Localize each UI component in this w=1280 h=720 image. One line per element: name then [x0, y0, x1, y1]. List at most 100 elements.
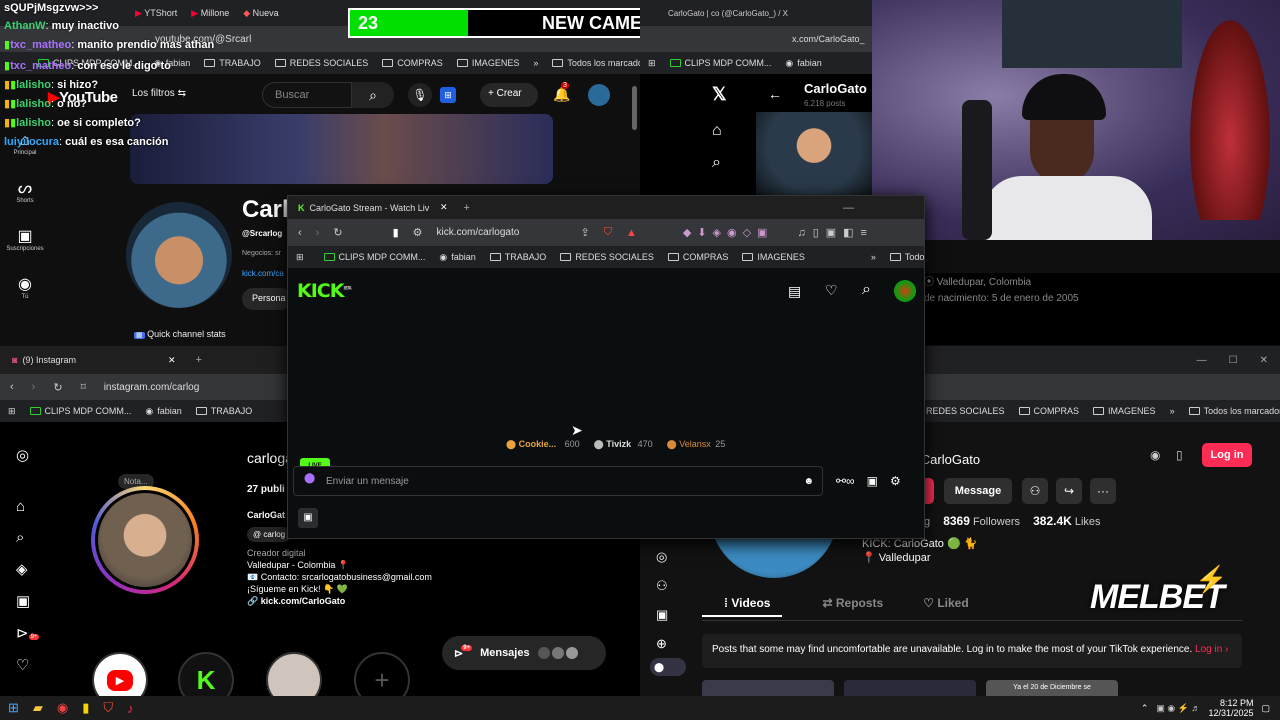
back-arrow-icon[interactable]: ←	[768, 86, 782, 102]
start-icon[interactable]: ⊞	[8, 700, 19, 716]
emote-icon[interactable]: ☻	[803, 476, 814, 487]
threads-badge[interactable]: @ carlog	[247, 527, 292, 542]
kick-logo[interactable]: KICKBETA	[297, 280, 352, 302]
reload-icon[interactable]: ↻	[53, 381, 62, 394]
twitter-avatar[interactable]	[756, 112, 872, 196]
bookmark-star-icon[interactable]: ⌑	[81, 382, 86, 393]
notifications-icon[interactable]: 🔔 3	[553, 82, 570, 103]
gift-button[interactable]: ▣	[298, 508, 318, 528]
messages-icon[interactable]: ⊳ 9+	[16, 624, 40, 642]
bookmark-compras[interactable]: COMPRAS	[667, 252, 728, 262]
chat-input[interactable]: Enviar un mensaje ☻	[293, 466, 823, 496]
channel-link[interactable]: kick.com/ca	[242, 269, 284, 278]
bookmark-imagenes[interactable]: IMAGENES	[456, 58, 519, 68]
minimize-icon[interactable]: —	[843, 202, 854, 214]
profile-icon[interactable]: ⬤	[650, 658, 686, 676]
instagram-avatar[interactable]	[91, 486, 199, 594]
bookmark-more[interactable]: »	[533, 58, 538, 68]
x-logo-icon[interactable]: 𝕏	[712, 84, 727, 105]
search-icon[interactable]: ⌕	[712, 154, 721, 172]
tiktok-icon[interactable]: ♪	[127, 701, 134, 716]
search-icon[interactable]: ⌕	[16, 529, 36, 546]
video-thumb[interactable]	[844, 680, 976, 696]
reload-icon[interactable]: ↻	[333, 226, 342, 239]
video-thumb[interactable]	[702, 680, 834, 696]
live-icon[interactable]: ▣	[656, 600, 676, 629]
new-tab-icon[interactable]: +	[464, 202, 470, 214]
instagram-tab[interactable]: ◙ (9) Instagram	[12, 355, 162, 365]
bookmark-fabian[interactable]: ◉ fabian	[439, 252, 475, 263]
close-icon[interactable]: ✕	[1260, 355, 1268, 366]
explorer-icon[interactable]: ▰	[33, 700, 43, 716]
explore-icon[interactable]: ◎	[656, 542, 676, 571]
tab-liked[interactable]: ♡ Liked	[923, 596, 968, 617]
brave-rewards-icon[interactable]: ▲	[626, 227, 637, 239]
home-icon[interactable]: ⌂	[16, 498, 36, 515]
add-friend-icon[interactable]: ⚇	[1022, 478, 1048, 504]
highlight-new[interactable]: +	[354, 652, 410, 696]
coin-icon[interactable]: ◉	[1150, 448, 1160, 462]
reels-icon[interactable]: ▣	[16, 592, 36, 610]
site-info-icon[interactable]: ⚙	[413, 226, 423, 239]
extension-icon[interactable]: ⊞	[440, 87, 456, 103]
tray-icons[interactable]: ▣ ◉ ⚡ ♬	[1156, 703, 1200, 714]
bookmark-redes[interactable]: REDES SOCIALES	[926, 406, 1005, 416]
twitter-tab[interactable]: CarloGato | co (@CarloGato_) / X	[668, 9, 788, 18]
messages-button[interactable]: ⊳ 9+ Mensajes	[442, 636, 606, 670]
gift-icon[interactable]: ▣	[867, 474, 878, 488]
scrollbar[interactable]	[632, 86, 637, 130]
tab-videos[interactable]: ⁞ Videos	[702, 596, 783, 617]
brave-icon[interactable]: ⛉	[103, 700, 113, 716]
following-icon[interactable]: ⚇	[656, 571, 676, 600]
tab-nueva[interactable]: ◆ Nueva	[243, 8, 278, 19]
you-nav[interactable]: ◉ Tú	[0, 274, 50, 300]
message-button[interactable]: Message	[944, 478, 1012, 504]
bookmark-apps[interactable]: ⊞	[296, 252, 304, 263]
youtube-search-input[interactable]: Buscar	[262, 82, 352, 108]
back-icon[interactable]: ‹	[298, 227, 302, 239]
toolbar-icons[interactable]: ♫▯▣◧≡	[797, 226, 874, 239]
forward-icon[interactable]: ›	[316, 227, 320, 239]
forward-icon[interactable]: ›	[32, 381, 36, 393]
bookmark-compras[interactable]: COMPRAS	[1018, 406, 1079, 416]
maximize-icon[interactable]: ☐	[1229, 355, 1238, 366]
bookmark-icon[interactable]: ▮	[393, 226, 399, 239]
tab-close-icon[interactable]: ✕	[168, 355, 176, 366]
home-icon[interactable]: ⌂	[712, 122, 722, 140]
bookmark-todos[interactable]: Todos los marcadores	[552, 58, 640, 68]
bookmark-apps[interactable]: ⊞	[648, 58, 656, 69]
bookmark-imagenes[interactable]: IMAGENES	[1093, 406, 1156, 416]
instagram-logo-icon[interactable]: ◎	[16, 446, 36, 464]
mic-icon[interactable]: 🎙	[408, 83, 432, 107]
twitter-url[interactable]: x.com/CarloGato_	[792, 34, 865, 44]
bookmark-clips[interactable]: CLIPS MDP COMM...	[323, 252, 425, 262]
video-thumb[interactable]: Ya el 20 de Diciembre se	[986, 680, 1118, 696]
device-icon[interactable]: ▯	[1176, 448, 1183, 462]
app-icon[interactable]: ▮	[82, 700, 89, 716]
clock[interactable]: 8:12 PM 12/31/2025	[1208, 698, 1253, 718]
tab-close-icon[interactable]: ✕	[440, 202, 448, 213]
browse-icon[interactable]: ▤	[788, 283, 801, 300]
tab-reposts[interactable]: ⇄ Reposts	[822, 596, 883, 617]
user-avatar[interactable]	[588, 84, 610, 106]
chrome-icon[interactable]: ◉	[57, 700, 68, 716]
notification-icon[interactable]: ▢	[1261, 703, 1270, 714]
new-tab-icon[interactable]: +	[196, 354, 202, 366]
mic-icon[interactable]: ⬤	[304, 473, 315, 484]
bookmark-todos[interactable]: Todos los marcadores	[889, 252, 924, 262]
follows-icon[interactable]: ♡	[825, 282, 838, 299]
highlight-photo[interactable]	[266, 652, 322, 696]
minimize-icon[interactable]: —	[1197, 355, 1207, 366]
kick-url[interactable]: kick.com/carlogato	[437, 227, 567, 238]
bookmark-more[interactable]: »	[1170, 406, 1175, 416]
bookmark-fabian[interactable]: ◉ fabian	[145, 406, 181, 417]
highlight-youtube[interactable]: ▶	[92, 652, 148, 696]
extensions-icons[interactable]: ◆⬇◈◉◇▣	[683, 226, 774, 239]
back-icon[interactable]: ‹	[10, 381, 14, 393]
shorts-nav[interactable]: ᔕ Shorts	[0, 178, 50, 204]
bookmark-imagenes[interactable]: IMAGENES	[742, 252, 805, 262]
notice-login-link[interactable]: Log in ›	[1195, 644, 1228, 655]
create-button[interactable]: + Crear	[480, 83, 538, 107]
share-icon[interactable]: ↪	[1056, 478, 1082, 504]
upload-icon[interactable]: ⊕	[656, 629, 676, 658]
